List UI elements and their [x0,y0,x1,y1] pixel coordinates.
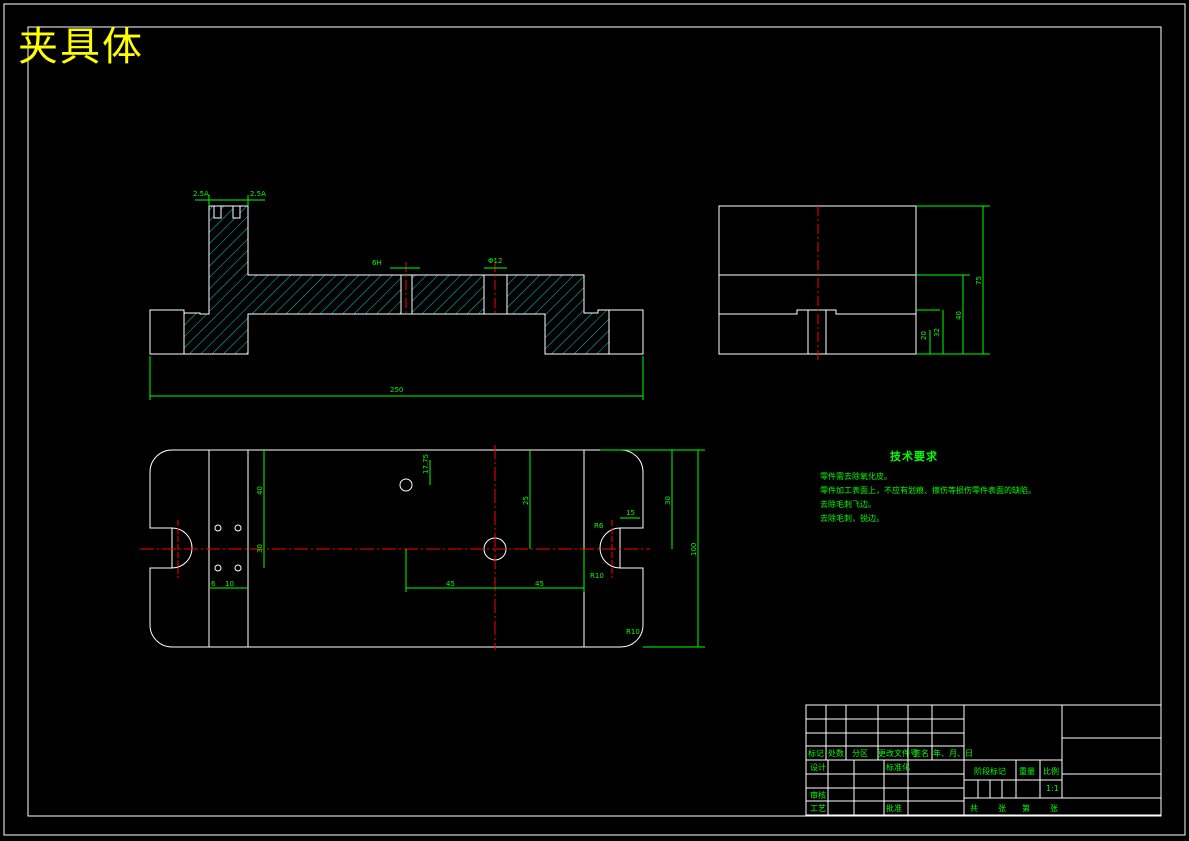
dim-d3: 17.75 [422,453,430,474]
tb-process: 工艺 [810,804,826,813]
dim-d5: 30 [664,496,672,505]
tech-requirements-title: 技术要求 [890,450,938,463]
inner-border [27,26,1162,817]
tech-line-2: 零件加工表面上，不应有划痕、擦伤等损伤零件表面的缺陷。 [820,486,1036,495]
drawing-sheet [3,3,1186,836]
dim-d6: 100 [690,542,698,556]
tb-sheets-page2: 张 [1050,804,1058,813]
tech-line-4: 去除毛刺，锐边。 [820,514,884,523]
tb-weight: 重量 [1019,767,1035,776]
dim-b: 32 [933,328,941,337]
dim-d9: 10 [225,580,234,588]
tb-stage-mark: 阶段标记 [974,767,1006,776]
tb-count: 处数 [828,749,844,758]
front-left-foot [149,309,185,355]
front-hatched-section [183,205,610,355]
tb-sheets-no: 第 [1022,804,1030,813]
front-right-foot [608,309,644,355]
drawing-title: 夹具体 [18,24,144,70]
dim-d15: 6 [211,580,216,588]
dim-length: 250 [390,386,404,394]
tb-sheets-total: 共 [970,804,978,813]
outer-border [3,3,1186,836]
tb-date: 年、月、日 [933,749,973,758]
tb-standard: 标准化 [886,763,910,772]
dim-a: 20 [920,331,928,340]
top-hole-small [399,478,413,492]
tb-review: 审核 [810,791,826,800]
tech-line-1: 零件需去除氧化皮。 [820,472,892,481]
dim-d11: 15 [626,509,635,517]
tb-sign: 签名 [913,749,929,758]
dim-d4: 25 [522,496,530,505]
tb-doc: 更改文件号 [878,749,918,758]
dim-d8: 45 [535,580,544,588]
front-top-slot-a [213,205,222,219]
tb-scale-label: 比例 [1043,767,1059,776]
side-view [718,205,990,360]
tb-approve: 批准 [886,804,902,813]
tb-design: 设计 [810,763,826,772]
dim-d2: 30 [256,544,264,553]
dim-height: 75 [975,276,983,285]
dim-d12: R6 [594,522,604,530]
dim-d1: 40 [256,486,264,495]
dim-small: 6H [372,259,382,267]
dim-d13: R10 [590,572,604,580]
dim-slot-left: 2.5A [193,190,209,198]
dim-step: 40 [955,311,963,320]
tb-scale: 1:1 [1046,784,1059,793]
front-top-slot-b [232,205,241,219]
tb-mark: 标记 [808,749,824,758]
dim-hole: Φ12 [488,257,503,265]
title-block [805,704,1162,816]
tb-sheets-page: 张 [998,804,1006,813]
top-view [140,445,705,650]
tech-line-3: 去除毛刺飞边。 [820,500,876,509]
dim-d14: R10 [626,628,640,636]
dim-slot-right: 2.5A [250,190,266,198]
front-view [149,195,644,400]
tb-zone: 分区 [852,749,868,758]
dim-d7: 45 [446,580,455,588]
